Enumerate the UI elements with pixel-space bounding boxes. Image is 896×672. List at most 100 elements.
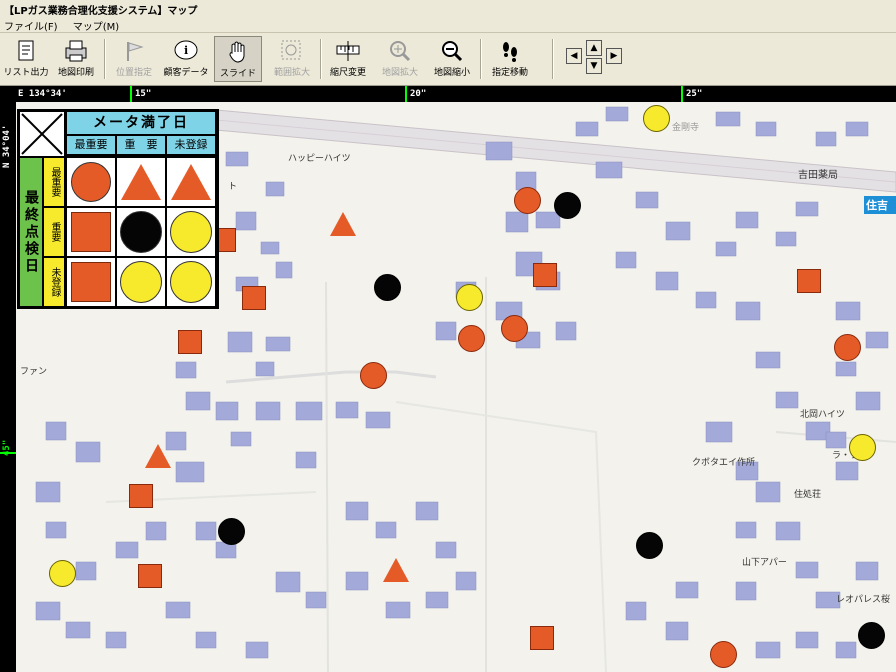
legend-cell [167, 258, 215, 306]
map-label-fan: ファン [20, 367, 48, 377]
zoom-in-icon [390, 41, 411, 62]
legend-yellow-circle [170, 211, 212, 253]
menu-file[interactable]: ファイル(F) [4, 22, 58, 33]
map-label-kubota: クボタエイ作所 [692, 458, 756, 468]
scroll-left-button[interactable]: ◀ [566, 48, 582, 64]
customer-marker-black-circle[interactable] [858, 622, 885, 649]
customer-marker-red-circle[interactable] [834, 334, 861, 361]
customer-marker-yellow-circle[interactable] [49, 560, 76, 587]
toolbar: リスト出力 地図印刷 位置指定 i 顧客データ スライド 範囲拡大 縮尺変更 地… [0, 33, 896, 86]
legend-yellow-circle [120, 261, 162, 303]
map-label-zumi: 住処荘 [794, 490, 822, 500]
printer-icon [65, 40, 87, 62]
customer-marker-red-square[interactable] [138, 564, 162, 588]
zoom-in-button[interactable]: 地図拡大 [376, 36, 424, 82]
list-output-label: リスト出力 [3, 68, 49, 78]
list-output-button[interactable]: リスト出力 [2, 36, 50, 82]
map-label-kitaoka: 北岡ハイツ [800, 410, 845, 420]
map-label-haippi: ハッピーハイツ [288, 154, 351, 164]
legend-row-mid: 重要 [44, 208, 64, 256]
customer-marker-red-triangle[interactable] [330, 212, 356, 236]
legend-cell [67, 208, 115, 256]
legend-yellow-circle [170, 261, 212, 303]
customer-marker-red-circle[interactable] [710, 641, 737, 668]
hand-icon [229, 41, 245, 63]
move-button[interactable]: 指定移動 [486, 36, 534, 82]
customer-marker-red-triangle[interactable] [383, 558, 409, 582]
range-zoom-icon [281, 40, 301, 60]
legend-cell [67, 158, 115, 206]
legend-cell [117, 158, 165, 206]
scale-change-label: 縮尺変更 [329, 68, 366, 78]
customer-marker-red-square[interactable] [530, 626, 554, 650]
menu-map[interactable]: マップ(M) [73, 22, 119, 33]
customer-marker-black-circle[interactable] [636, 532, 663, 559]
customer-marker-red-square[interactable] [533, 263, 557, 287]
legend-side-title: 最終点検日 [20, 158, 42, 306]
list-icon [18, 40, 34, 61]
legend-cell [167, 158, 215, 206]
svg-text:i: i [184, 44, 188, 57]
menu-bar: ファイル(F) マップ(M) [0, 16, 896, 33]
customer-marker-yellow-circle[interactable] [643, 105, 670, 132]
scale-icon [336, 41, 360, 61]
map-label-pharmacy: 吉田薬局 [798, 170, 838, 181]
latitude-ruler: N 34°04' 45" [0, 102, 16, 672]
customer-marker-black-circle[interactable] [218, 518, 245, 545]
slide-button[interactable]: スライド [214, 36, 262, 82]
position-label: 位置指定 [115, 68, 152, 78]
flag-icon [127, 42, 144, 61]
customer-marker-red-square[interactable] [797, 269, 821, 293]
scale-change-button[interactable]: 縮尺変更 [324, 36, 372, 82]
customer-marker-red-circle[interactable] [501, 315, 528, 342]
customer-marker-red-square[interactable] [242, 286, 266, 310]
customer-data-label: 顧客データ [163, 68, 209, 78]
window-title: 【LPガス業務合理化支援システム】マップ [0, 0, 896, 17]
map-scroll-control: ◀ ▲ ▼ ▶ [560, 40, 630, 76]
legend-corner [20, 112, 64, 156]
zoom-out-label: 地図縮小 [433, 68, 470, 78]
customer-data-button[interactable]: i 顧客データ [162, 36, 210, 82]
scroll-right-button[interactable]: ▶ [606, 48, 622, 64]
range-zoom-button[interactable]: 範囲拡大 [268, 36, 316, 82]
range-zoom-label: 範囲拡大 [273, 68, 310, 78]
scroll-down-button[interactable]: ▼ [586, 58, 602, 74]
map-label-to: ト [228, 182, 238, 192]
customer-marker-red-triangle[interactable] [145, 444, 171, 468]
legend-red-triangle [171, 164, 211, 200]
customer-marker-yellow-circle[interactable] [456, 284, 483, 311]
legend-cell [67, 258, 115, 306]
customer-marker-black-circle[interactable] [374, 274, 401, 301]
legend-panel: メータ満了日 最重要 重 要 未登録 最終点検日 最重要 重要 未登録 [17, 109, 219, 309]
legend-col-top: 最重要 [67, 136, 115, 154]
customer-marker-red-circle[interactable] [458, 325, 485, 352]
info-icon: i [174, 40, 198, 60]
map-print-label: 地図印刷 [57, 68, 94, 78]
zoom-out-icon [442, 41, 463, 62]
legend-col-unreg: 未登録 [167, 136, 215, 154]
customer-marker-red-square[interactable] [178, 330, 202, 354]
position-button[interactable]: 位置指定 [110, 36, 158, 82]
legend-meter-header: メータ満了日 [67, 112, 215, 134]
slide-label: スライド [219, 69, 256, 79]
customer-marker-red-circle[interactable] [360, 362, 387, 389]
customer-marker-black-circle[interactable] [554, 192, 581, 219]
scroll-up-button[interactable]: ▲ [586, 40, 602, 56]
customer-marker-red-square[interactable] [129, 484, 153, 508]
legend-red-square [71, 262, 111, 302]
longitude-tick-20: 20" [410, 89, 427, 99]
customer-marker-red-circle[interactable] [514, 187, 541, 214]
map-label-yamashita: 山下アパー [742, 558, 787, 568]
legend-row-unreg: 未登録 [44, 258, 64, 306]
map-label-leo: レオパレス桜 [836, 595, 891, 605]
latitude-origin: N 34°04' [2, 124, 12, 168]
longitude-tick-15: 15" [135, 89, 152, 99]
move-label: 指定移動 [491, 68, 528, 78]
legend-red-square [71, 212, 111, 252]
zoom-out-button[interactable]: 地図縮小 [428, 36, 476, 82]
legend-cell [117, 258, 165, 306]
customer-marker-yellow-circle[interactable] [849, 434, 876, 461]
legend-black-circle [120, 211, 162, 253]
street-sign: 住吉 [864, 196, 896, 214]
map-print-button[interactable]: 地図印刷 [52, 36, 100, 82]
